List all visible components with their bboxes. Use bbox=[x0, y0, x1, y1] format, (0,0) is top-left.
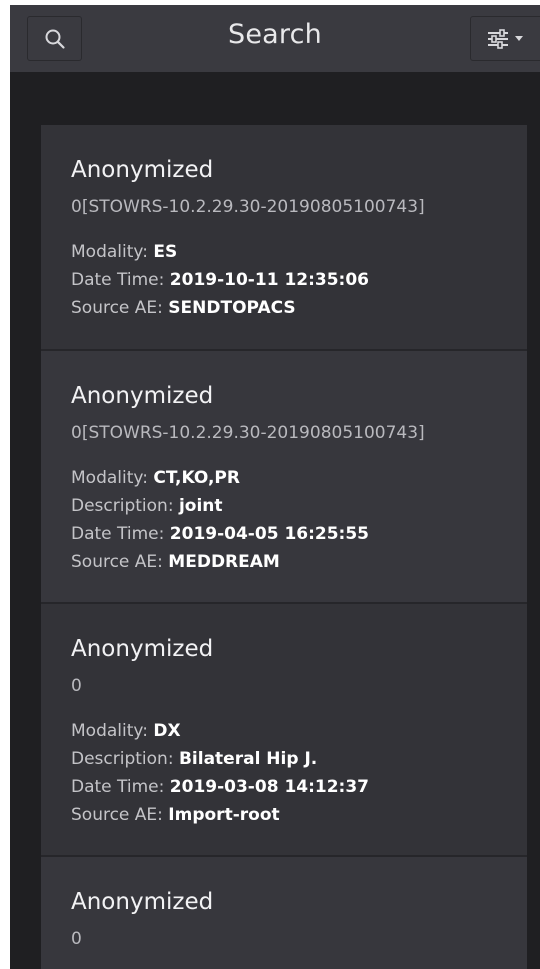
patient-id: 0[STOWRS-10.2.29.30-20190805100743] bbox=[71, 423, 425, 443]
description-value: joint bbox=[178, 496, 223, 516]
source-field: Source AE: SENDTOPACS bbox=[71, 294, 369, 322]
study-card[interactable]: Anonymized 0 bbox=[41, 857, 527, 969]
modality-field: Modality: CT,KO,PR bbox=[71, 464, 369, 492]
description-field: Description: joint bbox=[71, 492, 369, 520]
patient-name: Anonymized bbox=[71, 383, 214, 409]
modality-label: Modality: bbox=[71, 242, 148, 262]
study-details: Modality: DX Description: Bilateral Hip … bbox=[71, 717, 369, 829]
page-title: Search bbox=[228, 19, 322, 50]
study-details: Modality: ES Date Time: 2019-10-11 12:35… bbox=[71, 238, 369, 322]
study-card[interactable]: Anonymized 0 Modality: DX Description: B… bbox=[41, 604, 527, 857]
patient-name: Anonymized bbox=[71, 157, 214, 183]
chevron-down-icon bbox=[515, 36, 523, 41]
modality-label: Modality: bbox=[71, 721, 148, 741]
source-label: Source AE: bbox=[71, 552, 163, 572]
patient-id: 0[STOWRS-10.2.29.30-20190805100743] bbox=[71, 197, 425, 217]
sliders-icon bbox=[488, 28, 508, 49]
datetime-field: Date Time: 2019-10-11 12:35:06 bbox=[71, 266, 369, 294]
datetime-value: 2019-10-11 12:35:06 bbox=[169, 270, 370, 290]
datetime-value: 2019-03-08 14:12:37 bbox=[169, 777, 370, 797]
filter-dropdown-button[interactable] bbox=[470, 16, 540, 61]
source-field: Source AE: MEDDREAM bbox=[71, 548, 369, 576]
description-value: Bilateral Hip J. bbox=[178, 749, 318, 769]
datetime-value: 2019-04-05 16:25:55 bbox=[169, 524, 370, 544]
source-value: SENDTOPACS bbox=[168, 298, 296, 318]
description-label: Description: bbox=[71, 496, 174, 516]
study-details: Modality: CT,KO,PR Description: joint Da… bbox=[71, 464, 369, 576]
description-label: Description: bbox=[71, 749, 174, 769]
patient-id: 0 bbox=[71, 676, 82, 696]
app-window: Search Anonymized 0[STOWRS-10.2.29.30-20… bbox=[10, 5, 540, 969]
patient-name: Anonymized bbox=[71, 889, 214, 915]
modality-value: ES bbox=[153, 242, 178, 262]
source-field: Source AE: Import-root bbox=[71, 801, 369, 829]
patient-id: 0 bbox=[71, 929, 82, 949]
source-label: Source AE: bbox=[71, 298, 163, 318]
study-card[interactable]: Anonymized 0[STOWRS-10.2.29.30-201908051… bbox=[41, 125, 527, 351]
search-icon bbox=[45, 29, 65, 49]
source-label: Source AE: bbox=[71, 805, 163, 825]
datetime-label: Date Time: bbox=[71, 777, 165, 797]
modality-value: DX bbox=[153, 721, 181, 741]
modality-field: Modality: ES bbox=[71, 238, 369, 266]
modality-field: Modality: DX bbox=[71, 717, 369, 745]
datetime-label: Date Time: bbox=[71, 270, 165, 290]
source-value: Import-root bbox=[168, 805, 280, 825]
header-bar: Search bbox=[10, 5, 540, 72]
source-value: MEDDREAM bbox=[168, 552, 280, 572]
search-button[interactable] bbox=[27, 16, 82, 61]
modality-value: CT,KO,PR bbox=[153, 468, 240, 488]
datetime-field: Date Time: 2019-03-08 14:12:37 bbox=[71, 773, 369, 801]
datetime-label: Date Time: bbox=[71, 524, 165, 544]
description-field: Description: Bilateral Hip J. bbox=[71, 745, 369, 773]
datetime-field: Date Time: 2019-04-05 16:25:55 bbox=[71, 520, 369, 548]
study-card[interactable]: Anonymized 0[STOWRS-10.2.29.30-201908051… bbox=[41, 351, 527, 604]
patient-name: Anonymized bbox=[71, 636, 214, 662]
modality-label: Modality: bbox=[71, 468, 148, 488]
